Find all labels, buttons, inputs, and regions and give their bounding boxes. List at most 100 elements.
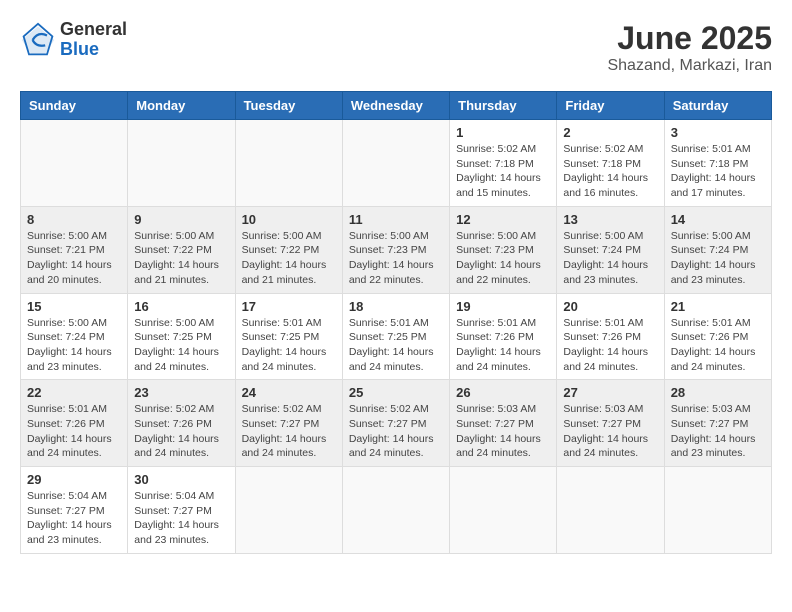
day-number: 29 xyxy=(27,472,121,487)
column-header-sunday: Sunday xyxy=(21,92,128,120)
day-number: 18 xyxy=(349,299,443,314)
calendar-cell xyxy=(450,467,557,554)
calendar-cell: 18Sunrise: 5:01 AMSunset: 7:25 PMDayligh… xyxy=(342,293,449,380)
day-number: 27 xyxy=(563,385,657,400)
calendar-cell: 19Sunrise: 5:01 AMSunset: 7:26 PMDayligh… xyxy=(450,293,557,380)
day-number: 20 xyxy=(563,299,657,314)
calendar-header-row: SundayMondayTuesdayWednesdayThursdayFrid… xyxy=(21,92,772,120)
day-info: Sunrise: 5:00 AMSunset: 7:22 PMDaylight:… xyxy=(242,229,336,288)
calendar-cell: 11 Sunrise: 5:00 AMSunset: 7:23 PMDayligh… xyxy=(342,206,449,293)
column-header-saturday: Saturday xyxy=(664,92,771,120)
column-header-friday: Friday xyxy=(557,92,664,120)
logo-text: General Blue xyxy=(60,20,127,60)
calendar-week-row: 8Sunrise: 5:00 AMSunset: 7:21 PMDaylight… xyxy=(21,206,772,293)
day-info: Sunrise: 5:00 AMSunset: 7:25 PMDaylight:… xyxy=(134,316,228,375)
calendar-cell: 22 Sunrise: 5:01 AMSunset: 7:26 PMDayligh… xyxy=(21,380,128,467)
calendar-cell: 3 Sunrise: 5:01 AMSunset: 7:18 PMDaylight… xyxy=(664,120,771,207)
day-number: 15 xyxy=(27,299,121,314)
day-info: Sunrise: 5:00 AMSunset: 7:23 PMDaylight:… xyxy=(456,229,550,288)
day-number: 16 xyxy=(134,299,228,314)
calendar-cell: 8Sunrise: 5:00 AMSunset: 7:21 PMDaylight… xyxy=(21,206,128,293)
logo-icon xyxy=(20,22,56,58)
month-title: June 2025 xyxy=(607,20,772,57)
day-info: Sunrise: 5:01 AMSunset: 7:26 PMDaylight:… xyxy=(563,316,657,375)
day-number: 9 xyxy=(134,212,228,227)
day-info: Sunrise: 5:03 AMSunset: 7:27 PMDaylight:… xyxy=(563,402,657,461)
day-number: 17 xyxy=(242,299,336,314)
day-info: Sunrise: 5:01 AMSunset: 7:26 PMDaylight:… xyxy=(27,402,121,461)
calendar-cell: 14 Sunrise: 5:00 AMSunset: 7:24 PMDayligh… xyxy=(664,206,771,293)
logo: General Blue xyxy=(20,20,127,60)
day-number: 13 xyxy=(563,212,657,227)
calendar-cell: 27 Sunrise: 5:03 AMSunset: 7:27 PMDayligh… xyxy=(557,380,664,467)
calendar-cell: 28 Sunrise: 5:03 AMSunset: 7:27 PMDayligh… xyxy=(664,380,771,467)
calendar-cell: 15 Sunrise: 5:00 AMSunset: 7:24 PMDayligh… xyxy=(21,293,128,380)
calendar-cell xyxy=(342,120,449,207)
calendar-cell: 10 Sunrise: 5:00 AMSunset: 7:22 PMDayligh… xyxy=(235,206,342,293)
day-number: 21 xyxy=(671,299,765,314)
calendar-cell: 17 Sunrise: 5:01 AMSunset: 7:25 PMDayligh… xyxy=(235,293,342,380)
day-number: 24 xyxy=(242,385,336,400)
day-info: Sunrise: 5:00 AMSunset: 7:24 PMDaylight:… xyxy=(27,316,121,375)
day-info: Sunrise: 5:00 AMSunset: 7:21 PMDaylight:… xyxy=(27,229,121,288)
day-info: Sunrise: 5:02 AMSunset: 7:18 PMDaylight:… xyxy=(563,142,657,201)
day-info: Sunrise: 5:01 AMSunset: 7:26 PMDaylight:… xyxy=(456,316,550,375)
day-info: Sunrise: 5:01 AMSunset: 7:25 PMDaylight:… xyxy=(242,316,336,375)
calendar-week-row: 29 Sunrise: 5:04 AMSunset: 7:27 PMDayligh… xyxy=(21,467,772,554)
title-block: June 2025 Shazand, Markazi, Iran xyxy=(607,20,772,75)
day-number: 28 xyxy=(671,385,765,400)
calendar-week-row: 15 Sunrise: 5:00 AMSunset: 7:24 PMDayligh… xyxy=(21,293,772,380)
calendar-cell xyxy=(128,120,235,207)
calendar-cell: 30 Sunrise: 5:04 AMSunset: 7:27 PMDayligh… xyxy=(128,467,235,554)
day-number: 1 xyxy=(456,125,550,140)
day-info: Sunrise: 5:00 AMSunset: 7:22 PMDaylight:… xyxy=(134,229,228,288)
calendar-cell: 24 Sunrise: 5:02 AMSunset: 7:27 PMDayligh… xyxy=(235,380,342,467)
calendar-cell: 13 Sunrise: 5:00 AMSunset: 7:24 PMDayligh… xyxy=(557,206,664,293)
day-info: Sunrise: 5:02 AMSunset: 7:26 PMDaylight:… xyxy=(134,402,228,461)
day-info: Sunrise: 5:00 AMSunset: 7:24 PMDaylight:… xyxy=(563,229,657,288)
column-header-tuesday: Tuesday xyxy=(235,92,342,120)
column-header-wednesday: Wednesday xyxy=(342,92,449,120)
calendar-week-row: 22 Sunrise: 5:01 AMSunset: 7:26 PMDayligh… xyxy=(21,380,772,467)
location: Shazand, Markazi, Iran xyxy=(607,57,772,75)
day-info: Sunrise: 5:02 AMSunset: 7:27 PMDaylight:… xyxy=(242,402,336,461)
day-info: Sunrise: 5:04 AMSunset: 7:27 PMDaylight:… xyxy=(134,489,228,548)
day-info: Sunrise: 5:03 AMSunset: 7:27 PMDaylight:… xyxy=(671,402,765,461)
column-header-monday: Monday xyxy=(128,92,235,120)
day-number: 30 xyxy=(134,472,228,487)
day-number: 11 xyxy=(349,212,443,227)
day-info: Sunrise: 5:04 AMSunset: 7:27 PMDaylight:… xyxy=(27,489,121,548)
calendar-cell: 16 Sunrise: 5:00 AMSunset: 7:25 PMDayligh… xyxy=(128,293,235,380)
page-header: General Blue June 2025 Shazand, Markazi,… xyxy=(20,20,772,75)
calendar-cell: 20 Sunrise: 5:01 AMSunset: 7:26 PMDayligh… xyxy=(557,293,664,380)
day-info: Sunrise: 5:01 AMSunset: 7:18 PMDaylight:… xyxy=(671,142,765,201)
logo-blue: Blue xyxy=(60,40,127,60)
day-info: Sunrise: 5:00 AMSunset: 7:23 PMDaylight:… xyxy=(349,229,443,288)
calendar-cell: 25Sunrise: 5:02 AMSunset: 7:27 PMDayligh… xyxy=(342,380,449,467)
calendar-cell: 2 Sunrise: 5:02 AMSunset: 7:18 PMDaylight… xyxy=(557,120,664,207)
calendar-week-row: 1 Sunrise: 5:02 AMSunset: 7:18 PMDaylight… xyxy=(21,120,772,207)
calendar-cell xyxy=(557,467,664,554)
day-info: Sunrise: 5:02 AMSunset: 7:27 PMDaylight:… xyxy=(349,402,443,461)
calendar-cell: 26 Sunrise: 5:03 AMSunset: 7:27 PMDayligh… xyxy=(450,380,557,467)
logo-general: General xyxy=(60,20,127,40)
column-header-thursday: Thursday xyxy=(450,92,557,120)
day-number: 14 xyxy=(671,212,765,227)
day-number: 26 xyxy=(456,385,550,400)
calendar-cell xyxy=(664,467,771,554)
calendar-cell xyxy=(21,120,128,207)
calendar-cell xyxy=(235,467,342,554)
day-number: 10 xyxy=(242,212,336,227)
day-number: 2 xyxy=(563,125,657,140)
day-info: Sunrise: 5:02 AMSunset: 7:18 PMDaylight:… xyxy=(456,142,550,201)
day-info: Sunrise: 5:03 AMSunset: 7:27 PMDaylight:… xyxy=(456,402,550,461)
day-info: Sunrise: 5:00 AMSunset: 7:24 PMDaylight:… xyxy=(671,229,765,288)
calendar-cell: 23 Sunrise: 5:02 AMSunset: 7:26 PMDayligh… xyxy=(128,380,235,467)
day-number: 22 xyxy=(27,385,121,400)
calendar-table: SundayMondayTuesdayWednesdayThursdayFrid… xyxy=(20,91,772,554)
calendar-cell: 29 Sunrise: 5:04 AMSunset: 7:27 PMDayligh… xyxy=(21,467,128,554)
calendar-cell: 1 Sunrise: 5:02 AMSunset: 7:18 PMDaylight… xyxy=(450,120,557,207)
calendar-cell: 12Sunrise: 5:00 AMSunset: 7:23 PMDayligh… xyxy=(450,206,557,293)
day-number: 3 xyxy=(671,125,765,140)
day-number: 23 xyxy=(134,385,228,400)
